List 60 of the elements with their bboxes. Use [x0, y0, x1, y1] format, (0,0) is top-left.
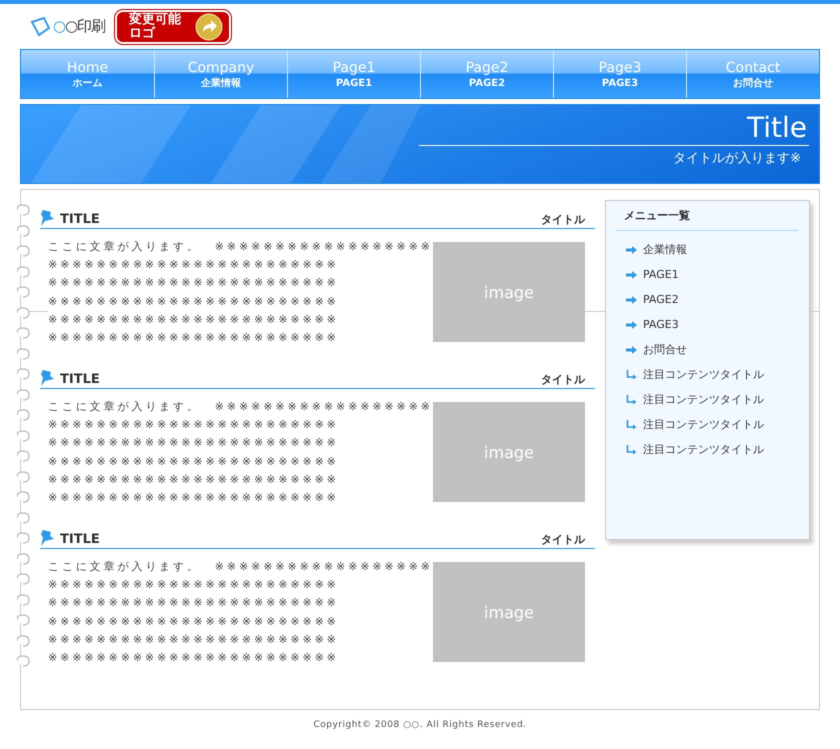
- article-title: TITLE: [60, 212, 101, 227]
- ring-icon: [17, 430, 31, 442]
- ring-icon: [17, 286, 31, 298]
- corner-arrow-icon: [626, 370, 637, 380]
- image-frame: image: [432, 562, 585, 662]
- ring-icon: [17, 532, 31, 544]
- ring-icon: [17, 224, 31, 236]
- ring-icon: [17, 491, 31, 503]
- copyright-text: Copyright© 2008 ○○. All Rights Reserved.: [312, 719, 528, 730]
- pushpin-icon: [40, 529, 56, 547]
- corner-arrow-icon: [626, 444, 637, 454]
- sidebar-link[interactable]: PAGE3: [626, 312, 799, 337]
- arrow-right-icon: [626, 346, 637, 354]
- article-label: タイトル: [541, 372, 586, 387]
- sidebar-title: メニュー一覧: [616, 201, 799, 231]
- article-label: タイトル: [541, 212, 586, 227]
- pushpin-icon: [40, 209, 56, 227]
- article-title: TITLE: [60, 532, 101, 547]
- ring-icon: [17, 245, 31, 257]
- ring-icon: [17, 512, 31, 524]
- logo-text: ○○印刷: [53, 17, 106, 36]
- page-title: Title: [419, 111, 809, 146]
- ring-icon: [17, 573, 31, 585]
- corner-arrow-icon: [626, 420, 637, 430]
- sidebar-link[interactable]: 注目コンテンツタイトル: [626, 362, 799, 387]
- ring-icon: [17, 306, 31, 318]
- ring-icon: [17, 594, 31, 606]
- sidebar-link[interactable]: お問合せ: [626, 337, 799, 362]
- article-title: TITLE: [60, 372, 101, 387]
- arrow-right-icon: [626, 296, 637, 304]
- sidebar-link[interactable]: PAGE1: [626, 262, 799, 287]
- image-frame: image: [432, 242, 585, 342]
- ring-icon: [17, 450, 31, 462]
- image-frame: image: [432, 402, 585, 502]
- ring-icon: [17, 388, 31, 400]
- pushpin-icon: [40, 369, 56, 387]
- sidebar-link[interactable]: 企業情報: [626, 237, 799, 262]
- ring-icon: [17, 409, 31, 421]
- ring-icon: [17, 634, 31, 646]
- ring-icon: [17, 204, 31, 216]
- ring-icon: [17, 327, 31, 339]
- article-label: タイトル: [541, 532, 586, 547]
- ring-icon: [17, 470, 31, 482]
- corner-arrow-icon: [626, 394, 637, 404]
- logo-placeholder-badge: 変更可能 ロゴ: [115, 10, 232, 44]
- ring-icon: [17, 266, 31, 278]
- arrow-right-icon: [626, 270, 637, 278]
- sidebar-link[interactable]: 注目コンテンツタイトル: [626, 387, 799, 412]
- sidebar-link[interactable]: PAGE2: [626, 287, 799, 312]
- sidebar-link[interactable]: 注目コンテンツタイトル: [626, 437, 799, 462]
- ring-icon: [17, 614, 31, 626]
- ring-icon: [17, 655, 31, 667]
- logo-icon: [30, 16, 52, 38]
- sidebar-link[interactable]: 注目コンテンツタイトル: [626, 412, 799, 437]
- ring-icon: [17, 368, 31, 380]
- page-subtitle: タイトルが入ります※: [672, 150, 802, 167]
- ring-icon: [17, 348, 31, 360]
- arrow-right-icon: [626, 246, 637, 254]
- ring-icon: [17, 552, 31, 564]
- arrow-right-icon: [626, 320, 637, 328]
